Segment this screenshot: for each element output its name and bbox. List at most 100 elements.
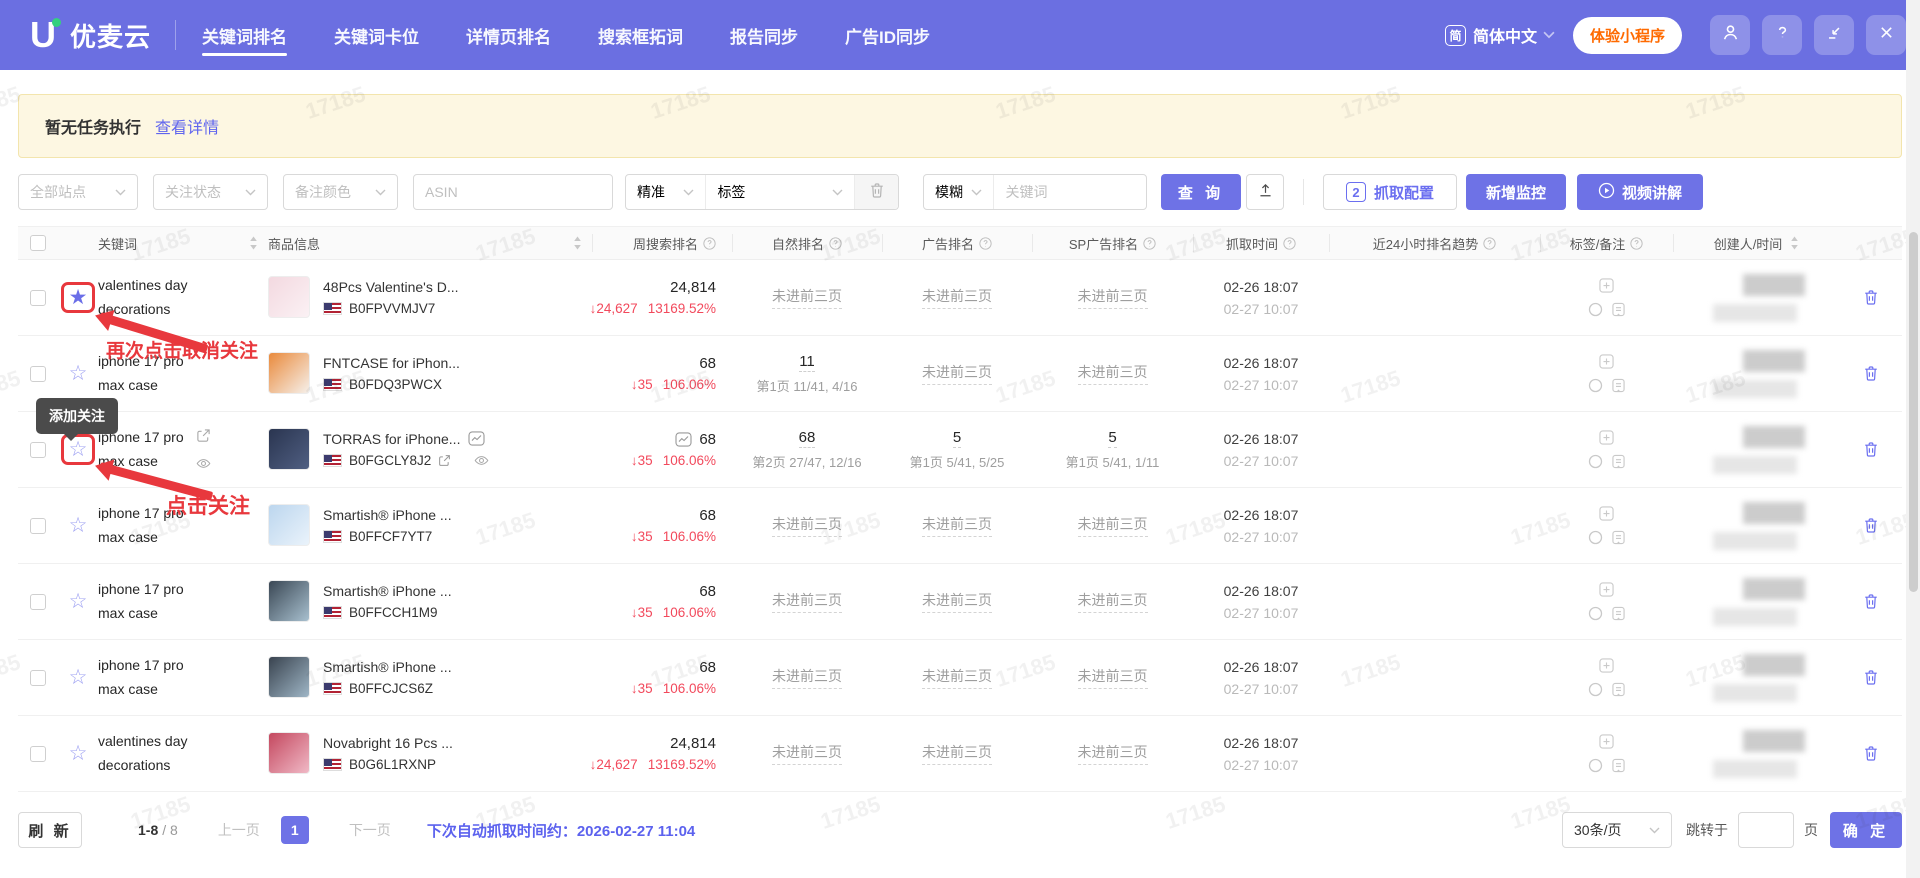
sort-icon[interactable] <box>249 236 258 250</box>
language-switcher[interactable]: 简 简体中文 <box>1444 23 1555 47</box>
follow-star-icon[interactable]: ☆ <box>69 439 88 460</box>
add-tag-icon[interactable] <box>1599 506 1614 521</box>
follow-status-select[interactable]: 关注状态 <box>153 174 268 210</box>
page-number-1[interactable]: 1 <box>280 816 309 844</box>
row-checkbox[interactable] <box>30 593 46 610</box>
eye-icon[interactable] <box>474 453 489 468</box>
app-logo[interactable]: U 优麦云 <box>30 17 151 54</box>
note-icon[interactable] <box>1612 302 1625 317</box>
video-guide-button[interactable]: 视频讲解 <box>1577 174 1703 210</box>
add-tag-icon[interactable] <box>1599 658 1614 673</box>
follow-star-icon[interactable]: ☆ <box>69 363 88 384</box>
external-link-icon[interactable] <box>438 454 451 467</box>
nav-item-4[interactable]: 报告同步 <box>730 0 798 70</box>
asin-input[interactable] <box>425 184 601 200</box>
sort-icon[interactable] <box>573 236 582 250</box>
prev-page-button[interactable]: 上一页 <box>218 820 260 840</box>
follow-star-icon[interactable]: ☆ <box>69 667 88 688</box>
nav-item-1[interactable]: 关键词卡位 <box>334 0 419 70</box>
table-row-5: ☆ iphone 17 pro max case Smartish® iPhone .… <box>18 564 1902 640</box>
row-checkbox[interactable] <box>30 289 46 306</box>
nav-item-5[interactable]: 广告ID同步 <box>845 0 930 70</box>
nav-item-3[interactable]: 搜索框拓词 <box>598 0 683 70</box>
add-tag-icon[interactable] <box>1599 734 1614 749</box>
fetch-config-button[interactable]: 2 抓取配置 <box>1323 174 1457 210</box>
fetch-time-2: 02-27 10:07 <box>1223 756 1299 773</box>
row-checkbox[interactable] <box>30 669 46 686</box>
select-all-checkbox[interactable] <box>30 235 46 251</box>
jump-page-input[interactable] <box>1738 812 1794 848</box>
add-tag-icon[interactable] <box>1599 430 1614 445</box>
sort-icon[interactable] <box>1790 236 1799 250</box>
delete-row-button[interactable] <box>1863 517 1879 534</box>
next-page-button[interactable]: 下一页 <box>349 820 391 840</box>
notice-detail-link[interactable]: 查看详情 <box>155 114 219 138</box>
share-icon[interactable] <box>196 428 211 443</box>
tag-select[interactable]: 标签 <box>705 175 854 209</box>
site-select[interactable]: 全部站点 <box>18 174 138 210</box>
refresh-button[interactable]: 刷 新 <box>18 812 82 848</box>
trend-chart-icon[interactable] <box>468 431 486 446</box>
follow-star-icon[interactable]: ☆ <box>69 743 88 764</box>
note-icon[interactable] <box>1612 682 1625 697</box>
add-tag-icon[interactable] <box>1599 582 1614 597</box>
color-circle-icon[interactable] <box>1588 454 1603 469</box>
info-icon[interactable] <box>1283 236 1296 250</box>
user-button[interactable] <box>1710 15 1750 55</box>
row-checkbox[interactable] <box>30 365 46 382</box>
note-icon[interactable] <box>1612 454 1625 469</box>
color-circle-icon[interactable] <box>1588 302 1603 317</box>
collapse-button[interactable] <box>1814 15 1854 55</box>
info-icon[interactable] <box>829 236 842 250</box>
color-circle-icon[interactable] <box>1588 758 1603 773</box>
close-button[interactable] <box>1866 15 1906 55</box>
row-checkbox[interactable] <box>30 517 46 534</box>
nav-item-2[interactable]: 详情页排名 <box>466 0 551 70</box>
note-color-select[interactable]: 备注颜色 <box>283 174 398 210</box>
scrollbar-track[interactable] <box>1906 0 1920 878</box>
delete-row-button[interactable] <box>1863 289 1879 306</box>
column-header-trend: 近24小时排名趋势 <box>1329 234 1540 252</box>
delete-row-button[interactable] <box>1863 669 1879 686</box>
color-circle-icon[interactable] <box>1588 682 1603 697</box>
follow-star-icon[interactable]: ☆ <box>69 591 88 612</box>
info-icon[interactable] <box>1483 236 1496 250</box>
row-checkbox[interactable] <box>30 745 46 762</box>
column-header-check <box>18 234 58 252</box>
info-icon[interactable] <box>703 236 716 250</box>
info-icon[interactable] <box>1630 236 1643 250</box>
follow-star-icon[interactable]: ☆ <box>69 515 88 536</box>
export-button[interactable] <box>1246 174 1284 210</box>
note-icon[interactable] <box>1612 530 1625 545</box>
page-size-select[interactable]: 30条/页 <box>1562 812 1672 848</box>
scrollbar-thumb[interactable] <box>1909 232 1918 592</box>
clear-tag-button[interactable] <box>854 175 898 209</box>
delete-row-button[interactable] <box>1863 365 1879 382</box>
keyword-match-select[interactable]: 模糊 <box>924 175 993 209</box>
delete-row-button[interactable] <box>1863 593 1879 610</box>
keyword-input[interactable] <box>1005 184 1135 200</box>
delete-row-button[interactable] <box>1863 441 1879 458</box>
nav-item-0[interactable]: 关键词排名 <box>202 0 288 70</box>
row-checkbox[interactable] <box>30 441 46 458</box>
confirm-button[interactable]: 确 定 <box>1830 812 1902 848</box>
add-tag-icon[interactable] <box>1599 278 1614 293</box>
color-circle-icon[interactable] <box>1588 378 1603 393</box>
match-mode-select[interactable]: 精准 <box>626 175 705 209</box>
note-icon[interactable] <box>1612 378 1625 393</box>
eye-icon[interactable] <box>196 456 211 471</box>
help-button[interactable] <box>1762 15 1802 55</box>
note-icon[interactable] <box>1612 606 1625 621</box>
info-icon[interactable] <box>979 236 992 250</box>
add-monitor-button[interactable]: 新增监控 <box>1466 174 1566 210</box>
color-circle-icon[interactable] <box>1588 530 1603 545</box>
mini-program-button[interactable]: 体验小程序 <box>1572 16 1682 54</box>
trend-chart-icon[interactable] <box>675 432 692 447</box>
search-button[interactable]: 查 询 <box>1161 174 1241 210</box>
follow-star-icon[interactable]: ★ <box>69 287 88 308</box>
note-icon[interactable] <box>1612 758 1625 773</box>
add-tag-icon[interactable] <box>1599 354 1614 369</box>
delete-row-button[interactable] <box>1863 745 1879 762</box>
color-circle-icon[interactable] <box>1588 606 1603 621</box>
info-icon[interactable] <box>1143 236 1156 250</box>
